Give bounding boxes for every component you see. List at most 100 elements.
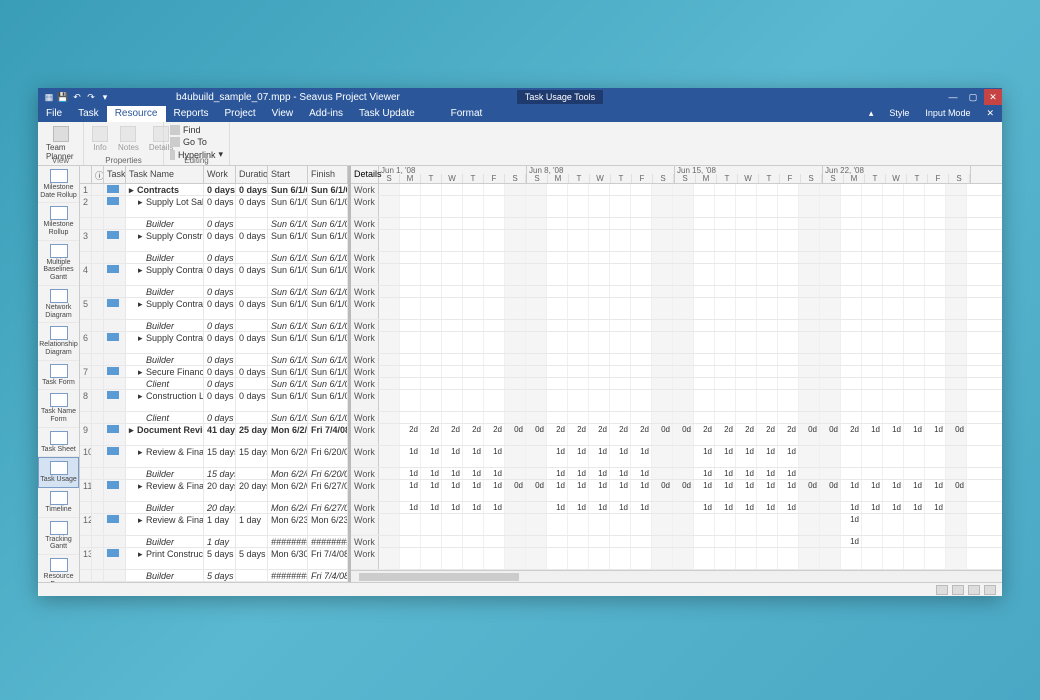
timephased-cell[interactable]: 1d — [883, 480, 904, 501]
timephased-cell[interactable] — [526, 264, 547, 285]
timephased-cell[interactable] — [526, 468, 547, 479]
timephased-cell[interactable] — [610, 184, 631, 195]
table-row[interactable]: Builder0 daysSun 6/1/08Sun 6/1/08 — [80, 252, 348, 264]
finish-cell[interactable]: Sun 6/1/08 — [308, 366, 348, 377]
timephased-cell[interactable] — [883, 332, 904, 353]
timephased-cell[interactable] — [925, 264, 946, 285]
timephased-cell[interactable] — [715, 354, 736, 365]
finish-cell[interactable]: Fri 6/27/08 — [308, 502, 348, 513]
view-item[interactable]: Multiple Baselines Gantt — [38, 241, 79, 286]
timephased-cell[interactable] — [715, 264, 736, 285]
timephased-cell[interactable] — [799, 354, 820, 365]
tab-task[interactable]: Task — [70, 106, 107, 122]
timephased-cell[interactable] — [946, 514, 967, 535]
timephased-cell[interactable] — [841, 230, 862, 251]
view-item[interactable]: Network Diagram — [38, 286, 79, 323]
timephased-cell[interactable] — [841, 548, 862, 569]
timephased-cell[interactable] — [841, 446, 862, 467]
timephased-cell[interactable] — [925, 298, 946, 319]
timephased-cell[interactable] — [694, 536, 715, 547]
timephased-cell[interactable] — [379, 412, 400, 423]
table-row[interactable]: 12▸Review & Finalize Site Plan1 day1 day… — [80, 514, 348, 536]
timephased-cell[interactable] — [799, 378, 820, 389]
timephased-cell[interactable] — [841, 468, 862, 479]
start-cell[interactable]: ######## — [268, 536, 308, 547]
finish-cell[interactable]: Sun 6/1/08 — [308, 286, 348, 297]
timephased-cell[interactable]: 1d — [547, 480, 568, 501]
timephased-cell[interactable] — [484, 286, 505, 297]
finish-cell[interactable]: Sun 6/1/08 — [308, 298, 348, 319]
timephased-cell[interactable] — [505, 218, 526, 229]
timephased-cell[interactable] — [379, 468, 400, 479]
start-cell[interactable]: Mon 6/2/08 — [268, 424, 308, 445]
timephased-cell[interactable] — [673, 390, 694, 411]
timephased-cell[interactable] — [925, 468, 946, 479]
timephased-cell[interactable] — [820, 412, 841, 423]
table-row[interactable]: Builder0 daysSun 6/1/08Sun 6/1/08 — [80, 354, 348, 366]
timephased-cell[interactable] — [631, 252, 652, 263]
timephased-cell[interactable] — [673, 218, 694, 229]
timephased-cell[interactable] — [946, 184, 967, 195]
finish-cell[interactable]: Sun 6/1/08 — [308, 218, 348, 229]
timephased-cell[interactable] — [652, 298, 673, 319]
view-item[interactable]: Timeline — [38, 488, 79, 518]
timephased-cell[interactable] — [925, 366, 946, 377]
task-name-cell[interactable]: Client — [126, 378, 204, 389]
start-cell[interactable]: Mon 6/2/08 — [268, 468, 308, 479]
timephased-cell[interactable] — [799, 366, 820, 377]
timephased-cell[interactable]: 1d — [547, 502, 568, 513]
timephased-cell[interactable] — [379, 298, 400, 319]
work-cell[interactable]: 15 days — [204, 446, 236, 467]
timephased-cell[interactable] — [799, 514, 820, 535]
timephased-cell[interactable] — [610, 548, 631, 569]
task-name-cell[interactable]: Client — [126, 412, 204, 423]
timephased-cell[interactable] — [799, 468, 820, 479]
timephased-cell[interactable] — [862, 298, 883, 319]
timephased-cell[interactable] — [694, 298, 715, 319]
timephased-cell[interactable] — [694, 390, 715, 411]
timephased-cell[interactable] — [820, 332, 841, 353]
timephased-cell[interactable] — [484, 514, 505, 535]
timephased-cell[interactable] — [946, 230, 967, 251]
timephased-cell[interactable] — [379, 252, 400, 263]
timephased-cell[interactable] — [652, 514, 673, 535]
timephased-cell[interactable] — [610, 264, 631, 285]
work-cell[interactable]: 5 days — [204, 548, 236, 569]
timephased-cell[interactable] — [505, 252, 526, 263]
timephased-cell[interactable] — [946, 378, 967, 389]
timephased-cell[interactable] — [589, 252, 610, 263]
work-cell[interactable]: 0 days — [204, 252, 236, 263]
timephased-cell[interactable] — [904, 320, 925, 331]
timephased-cell[interactable]: 1d — [841, 514, 862, 535]
finish-cell[interactable]: Sun 6/1/08 — [308, 332, 348, 353]
timephased-cell[interactable] — [568, 320, 589, 331]
col-mode[interactable]: Task Mode — [104, 166, 126, 183]
timephased-cell[interactable] — [757, 412, 778, 423]
timephased-cell[interactable]: 0d — [673, 424, 694, 445]
finish-cell[interactable]: Sun 6/1/08 — [308, 184, 348, 195]
task-name-cell[interactable]: ▸Supply Contract Site Plan — [126, 332, 204, 353]
tab-taskupdate[interactable]: Task Update — [351, 106, 423, 122]
timephased-cell[interactable] — [736, 366, 757, 377]
timephased-cell[interactable] — [379, 218, 400, 229]
timephased-cell[interactable] — [736, 378, 757, 389]
timephased-cell[interactable] — [484, 298, 505, 319]
timephased-cell[interactable] — [400, 252, 421, 263]
timephased-cell[interactable] — [610, 298, 631, 319]
view-item[interactable]: Milestone Rollup — [38, 203, 79, 240]
timephased-cell[interactable] — [526, 366, 547, 377]
start-cell[interactable]: Sun 6/1/08 — [268, 286, 308, 297]
timephased-cell[interactable] — [820, 196, 841, 217]
timephased-cell[interactable] — [484, 390, 505, 411]
timephased-cell[interactable] — [883, 230, 904, 251]
timephased-cell[interactable] — [400, 320, 421, 331]
work-cell[interactable]: 1 day — [204, 536, 236, 547]
timephased-cell[interactable] — [862, 514, 883, 535]
timephased-cell[interactable] — [694, 332, 715, 353]
timephased-cell[interactable] — [463, 218, 484, 229]
timephased-cell[interactable]: 2d — [610, 424, 631, 445]
work-cell[interactable]: 0 days — [204, 196, 236, 217]
timephased-cell[interactable] — [379, 354, 400, 365]
timephased-cell[interactable] — [757, 218, 778, 229]
work-cell[interactable]: 0 days — [204, 298, 236, 319]
